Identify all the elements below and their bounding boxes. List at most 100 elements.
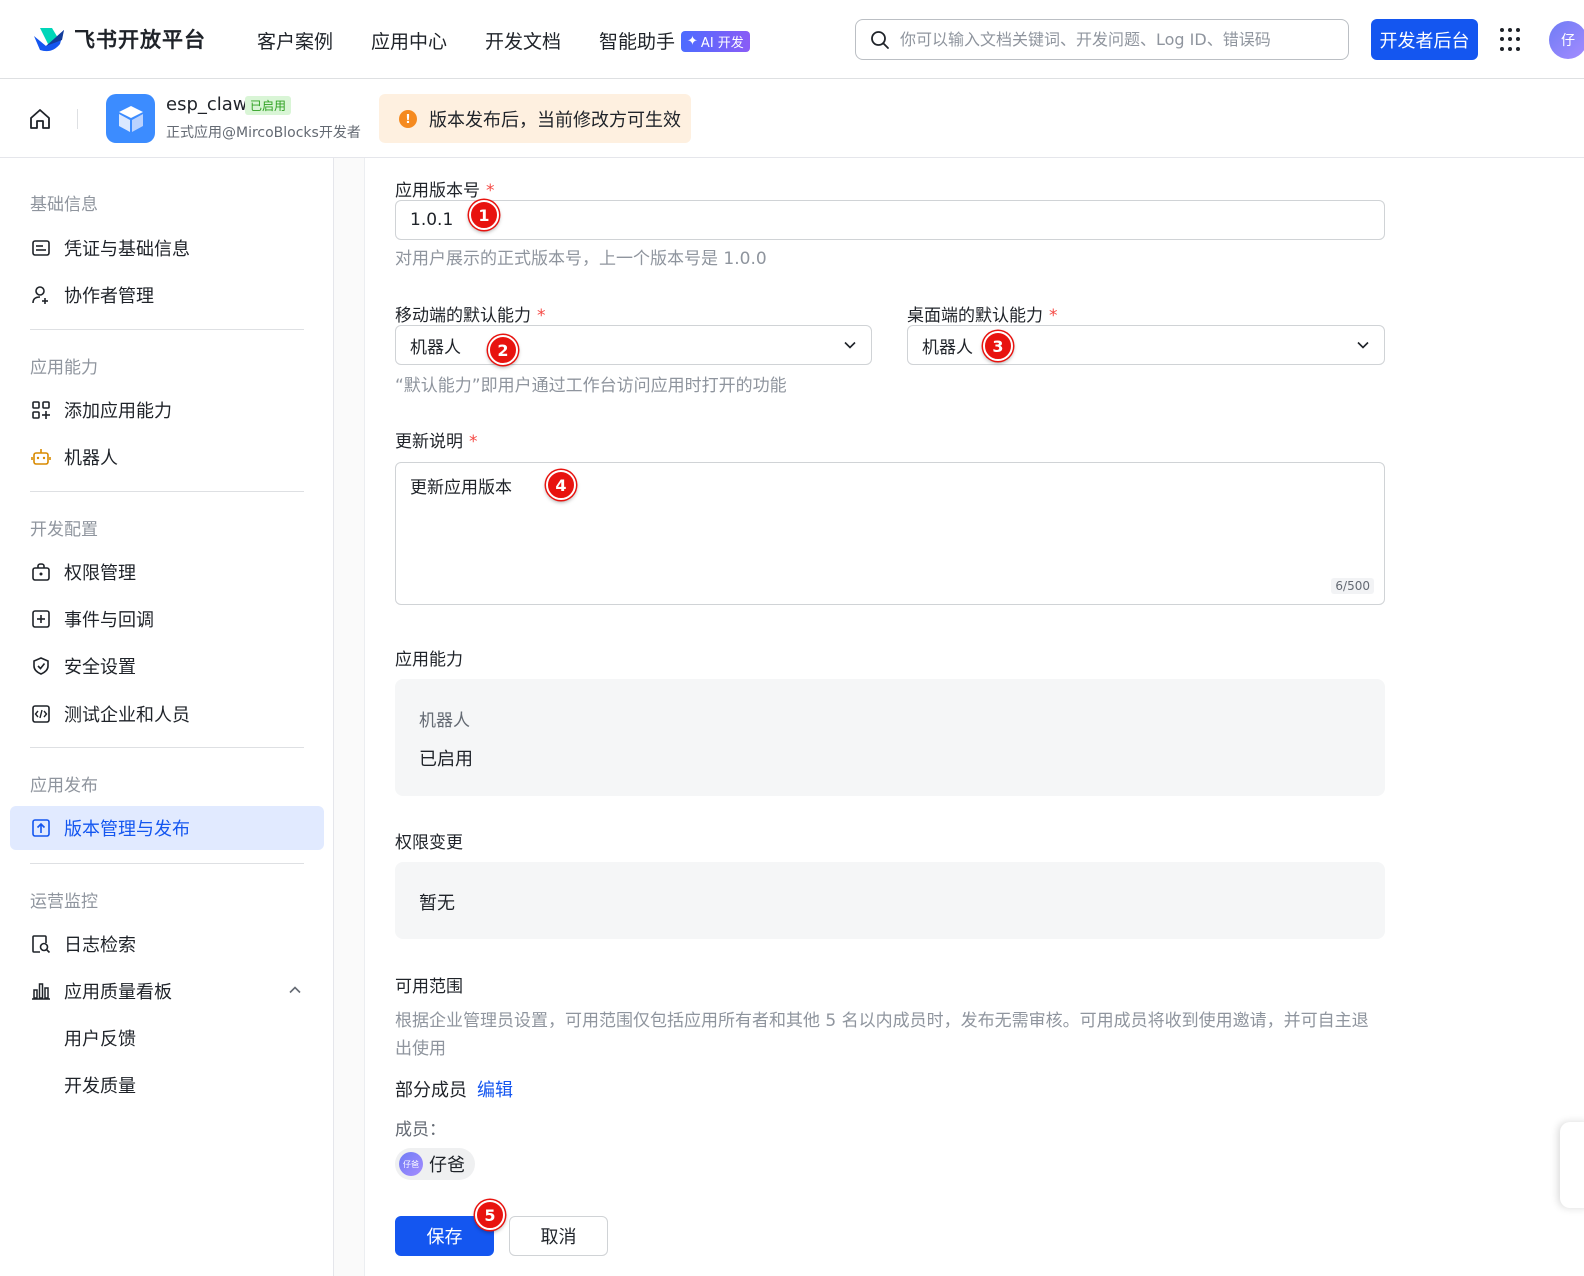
scope-section-label: 可用范围 bbox=[395, 977, 463, 997]
app-grid-icon[interactable] bbox=[1500, 28, 1524, 52]
group-title-monitoring: 运营监控 bbox=[30, 892, 98, 912]
chevron-down-icon bbox=[1357, 341, 1369, 349]
step-marker-2: 2 bbox=[488, 335, 518, 365]
lock-box-icon bbox=[30, 561, 52, 583]
brand-name: 飞书开放平台 bbox=[74, 28, 206, 52]
desktop-default-select[interactable]: 机器人 bbox=[907, 325, 1385, 365]
sidebar-item-user-feedback[interactable]: 用户反馈 bbox=[10, 1016, 324, 1060]
sidebar-item-security[interactable]: 安全设置 bbox=[10, 644, 324, 688]
sidebar-item-label: 用户反馈 bbox=[64, 1029, 136, 1050]
scope-hint: 根据企业管理员设置，可用范围仅包括应用所有者和其他 5 名以内成员时，发布无需审… bbox=[395, 1011, 1369, 1059]
nav-customer-cases[interactable]: 客户案例 bbox=[257, 27, 333, 54]
sidebar-item-label: 日志检索 bbox=[64, 935, 136, 956]
floating-side-widget[interactable] bbox=[1560, 1122, 1584, 1208]
cancel-button[interactable]: 取消 bbox=[509, 1216, 608, 1256]
sidebar-item-test-enterprise[interactable]: 测试企业和人员 bbox=[10, 692, 324, 736]
capability-status: 已启用 bbox=[419, 749, 473, 770]
sidebar-item-collaborators[interactable]: 协作者管理 bbox=[10, 273, 324, 317]
brand-logo[interactable]: 飞书开放平台 bbox=[32, 24, 206, 54]
sidebar-item-label: 协作者管理 bbox=[64, 286, 154, 307]
sidebar-item-label: 机器人 bbox=[64, 448, 118, 469]
sidebar-item-add-capability[interactable]: 添加应用能力 bbox=[10, 388, 324, 432]
divider bbox=[30, 491, 304, 492]
sidebar-item-label: 安全设置 bbox=[64, 657, 136, 678]
member-avatar: 仔爸 bbox=[399, 1152, 423, 1176]
sidebar-item-quality-board[interactable]: 应用质量看板 bbox=[10, 969, 324, 1013]
divider bbox=[77, 109, 78, 129]
shield-icon bbox=[30, 655, 52, 677]
search-input[interactable] bbox=[900, 30, 1340, 49]
mobile-default-select[interactable]: 机器人 bbox=[395, 325, 872, 365]
nav-app-center[interactable]: 应用中心 bbox=[371, 27, 447, 54]
group-title-release: 应用发布 bbox=[30, 776, 98, 796]
chevron-up-icon[interactable] bbox=[288, 983, 302, 997]
release-notes-textarea[interactable]: 更新应用版本 6/500 bbox=[395, 462, 1385, 605]
members-label: 成员： bbox=[395, 1120, 446, 1140]
default-capability-hint: “默认能力”即用户通过工作台访问应用时打开的功能 bbox=[395, 376, 787, 396]
search-box[interactable] bbox=[855, 19, 1349, 60]
release-notes-value: 更新应用版本 bbox=[410, 478, 512, 498]
desktop-default-label: 桌面端的默认能力 * bbox=[907, 306, 1058, 326]
step-marker-4: 4 bbox=[546, 470, 576, 500]
app-status-badge: 已启用 bbox=[245, 96, 292, 115]
home-icon[interactable] bbox=[28, 107, 52, 131]
step-marker-5: 5 bbox=[475, 1200, 505, 1230]
feishu-logo-icon bbox=[34, 28, 64, 52]
sidebar-item-bot[interactable]: 机器人 bbox=[10, 435, 324, 479]
app-subtitle: 正式应用@MircoBlocks开发者 bbox=[166, 125, 361, 141]
desktop-default-value: 机器人 bbox=[922, 337, 973, 358]
nav-smart-assistant[interactable]: 智能助手 ✦ AI 开发 bbox=[599, 27, 750, 54]
bar-chart-icon bbox=[30, 980, 52, 1002]
sidebar-item-events[interactable]: 事件与回调 bbox=[10, 597, 324, 641]
app-icon bbox=[106, 94, 155, 143]
sidebar-item-label: 版本管理与发布 bbox=[64, 819, 190, 840]
apps-add-icon bbox=[30, 399, 52, 421]
mobile-default-value: 机器人 bbox=[410, 337, 461, 358]
divider bbox=[30, 863, 304, 864]
edit-scope-link[interactable]: 编辑 bbox=[477, 1080, 513, 1101]
version-input[interactable]: 1.0.1 bbox=[395, 200, 1385, 240]
sidebar-item-label: 凭证与基础信息 bbox=[64, 239, 190, 260]
member-name: 仔爸 bbox=[429, 1155, 465, 1176]
sidebar-item-label: 事件与回调 bbox=[64, 610, 154, 631]
mobile-default-label: 移动端的默认能力 * bbox=[395, 306, 546, 326]
user-add-icon bbox=[30, 284, 52, 306]
version-form: 应用版本号 * 1.0.1 对用户展示的正式版本号，上一个版本号是 1.0.0 移… bbox=[365, 158, 1584, 1276]
group-title-capabilities: 应用能力 bbox=[30, 358, 98, 378]
sidebar-item-label: 测试企业和人员 bbox=[64, 705, 190, 726]
divider bbox=[30, 747, 304, 748]
publish-notice: ! 版本发布后，当前修改方可生效 bbox=[379, 94, 691, 143]
divider bbox=[30, 329, 304, 330]
sidebar-item-log-search[interactable]: 日志检索 bbox=[10, 922, 324, 966]
permission-value: 暂无 bbox=[419, 893, 455, 914]
sidebar-item-permissions[interactable]: 权限管理 bbox=[10, 550, 324, 594]
sidebar-item-label: 开发质量 bbox=[64, 1076, 136, 1097]
capability-section-label: 应用能力 bbox=[395, 650, 463, 670]
sidebar-item-label: 添加应用能力 bbox=[64, 401, 172, 422]
sidebar-item-credentials[interactable]: 凭证与基础信息 bbox=[10, 226, 324, 270]
capability-panel: 机器人 已启用 bbox=[395, 679, 1385, 796]
version-label: 应用版本号 * bbox=[395, 181, 495, 201]
upload-box-icon bbox=[30, 817, 52, 839]
step-marker-1: 1 bbox=[469, 200, 499, 230]
nav-dev-docs[interactable]: 开发文档 bbox=[485, 27, 561, 54]
robot-icon bbox=[30, 446, 52, 468]
nav-smart-assistant-label: 智能助手 bbox=[599, 31, 676, 53]
top-navbar: 飞书开放平台 客户案例 应用中心 开发文档 智能助手✦AI 开发 开发者后台 仔 bbox=[0, 0, 1584, 79]
ai-badge-label: AI 开发 bbox=[700, 36, 744, 51]
permission-section-label: 权限变更 bbox=[395, 833, 463, 853]
scope-mode: 部分成员 编辑 bbox=[395, 1076, 513, 1102]
id-card-icon bbox=[30, 237, 52, 259]
sidebar-item-version-release[interactable]: 版本管理与发布 bbox=[10, 806, 324, 850]
sidebar-item-dev-quality[interactable]: 开发质量 bbox=[10, 1063, 324, 1107]
user-avatar[interactable]: 仔 bbox=[1549, 21, 1584, 59]
group-title-basic: 基础信息 bbox=[30, 195, 98, 215]
sidebar: 基础信息 凭证与基础信息 协作者管理 应用能力 添加应用能力 机器人 开发配置 … bbox=[0, 158, 334, 1276]
app-name: esp_claw bbox=[166, 94, 248, 115]
notice-text: 版本发布后，当前修改方可生效 bbox=[429, 109, 681, 131]
cube-icon bbox=[118, 105, 143, 132]
member-chip[interactable]: 仔爸 仔爸 bbox=[395, 1148, 475, 1180]
sidebar-item-label: 权限管理 bbox=[64, 563, 136, 584]
developer-console-button[interactable]: 开发者后台 bbox=[1371, 19, 1478, 60]
search-icon bbox=[871, 30, 889, 49]
